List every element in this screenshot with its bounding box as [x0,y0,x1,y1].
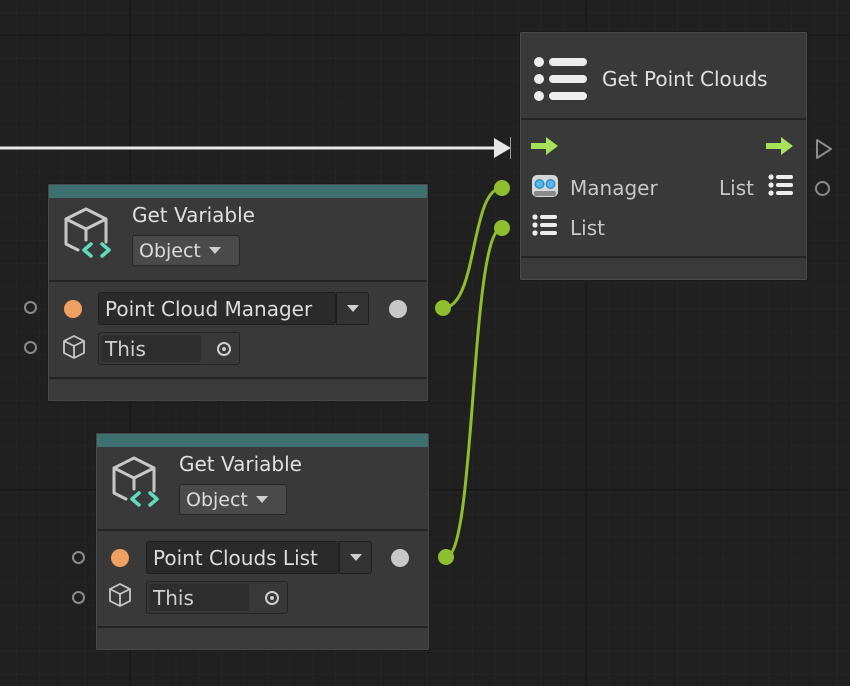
flow-wire-arrowhead [494,138,511,158]
wire-endpoint-manager-out [435,300,451,316]
wire-endpoint-list-out [438,549,454,565]
value-wire-list [445,226,503,559]
wire-endpoint-manager-in [494,180,510,196]
connection-wires [0,137,511,565]
value-wire-manager [442,186,503,310]
graph-canvas[interactable]: Get Variable Object Point Cloud Manager … [0,0,850,686]
wire-endpoint-list-in [494,220,510,236]
